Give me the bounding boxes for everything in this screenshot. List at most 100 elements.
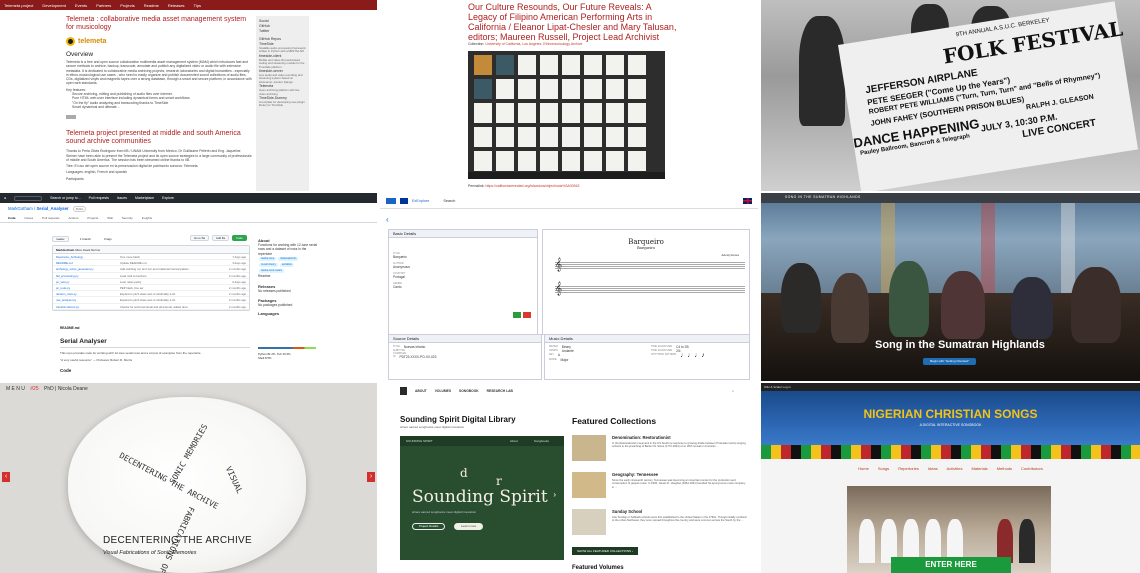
page-thumbnail[interactable] xyxy=(540,127,558,147)
admin-bar[interactable]: Wiki & Scalar Log in xyxy=(761,383,1140,391)
post-title[interactable]: Telemeta project presented at middle and… xyxy=(66,130,252,146)
page-thumbnail[interactable] xyxy=(518,103,536,123)
nav-link[interactable]: Events xyxy=(75,3,87,8)
commit-message[interactable]: Load midi corrections xyxy=(120,273,220,278)
topnav-link[interactable]: Issues xyxy=(117,196,127,200)
collection-item[interactable]: Denomination: Restorationist In the Rest… xyxy=(572,435,748,465)
feature-title[interactable]: DECENTERING THE ARCHIVE xyxy=(103,535,252,546)
page-thumbnail[interactable] xyxy=(474,103,492,123)
file-name[interactable]: Repertoire_Anthology xyxy=(56,254,120,259)
commit-author[interactable]: MarkGotham xyxy=(56,248,74,252)
commit-message[interactable]: Checks for self-inversional and all-inte… xyxy=(120,304,220,309)
page-thumbnail[interactable] xyxy=(540,151,558,171)
page-thumbnail[interactable] xyxy=(562,55,580,75)
search-link[interactable]: Search xyxy=(443,199,455,203)
hero-link[interactable]: About xyxy=(510,436,518,446)
go-to-file-button[interactable]: Go to file xyxy=(190,235,210,241)
file-name[interactable]: transformations.py xyxy=(56,304,120,309)
page-thumbnail[interactable] xyxy=(606,127,624,147)
collection-thumbnail[interactable] xyxy=(572,472,606,498)
readme-file-header[interactable]: README.md xyxy=(60,326,79,330)
site-label[interactable]: SONG IN THE SUMATRAN HIGHLANDS xyxy=(785,195,861,199)
hero-link[interactable]: Songbooks xyxy=(534,436,549,446)
topnav-link[interactable]: Explore xyxy=(162,196,174,200)
collection-link[interactable]: University of California, Los Angeles. E… xyxy=(485,42,582,46)
commit-message[interactable]: Update README.md xyxy=(120,260,220,265)
nav-link[interactable]: Repertories xyxy=(898,466,919,471)
nav-link[interactable]: RESEARCH LAB xyxy=(487,389,513,393)
branch-count[interactable]: 1 branch xyxy=(80,237,91,241)
page-thumbnail[interactable] xyxy=(496,151,514,171)
nav-link[interactable]: Readme xyxy=(144,3,159,8)
getting-oriented-button[interactable]: Begin with "Getting Oriented" xyxy=(923,358,976,365)
page-thumbnail[interactable] xyxy=(606,151,624,171)
code-button[interactable]: Code xyxy=(232,235,247,241)
page-thumbnail[interactable] xyxy=(584,79,602,99)
nav-link[interactable]: Telemeta project xyxy=(4,3,33,8)
nav-link[interactable]: Songs xyxy=(878,466,889,471)
topnav-link[interactable]: Marketplace xyxy=(135,196,154,200)
file-name[interactable]: pc_tools.py xyxy=(56,285,120,290)
collection-thumbnail[interactable] xyxy=(572,509,606,535)
topic-tag[interactable]: music-theory xyxy=(259,263,278,268)
next-arrow-icon[interactable]: › xyxy=(367,472,375,482)
collection-title[interactable]: Sunday School xyxy=(612,509,642,514)
tab-wiki[interactable]: Wiki xyxy=(107,216,113,220)
page-thumbnail[interactable] xyxy=(518,55,536,75)
tab-actions[interactable]: Actions xyxy=(69,216,79,220)
page-thumbnail[interactable] xyxy=(474,127,492,147)
file-name[interactable]: README.md xyxy=(56,260,120,265)
permalink-link[interactable]: https://californiarevealed.org/islandora… xyxy=(486,184,580,188)
collection-item[interactable]: Geography: Tennessee Since the early nin… xyxy=(572,472,748,502)
page-thumbnail[interactable] xyxy=(584,151,602,171)
language-item[interactable]: Shell 8.5% xyxy=(258,356,271,360)
page-thumbnail[interactable] xyxy=(584,127,602,147)
page-thumbnail[interactable] xyxy=(540,79,558,99)
nav-link[interactable]: Methods xyxy=(997,466,1012,471)
search-icon[interactable]: ⌕ xyxy=(732,389,734,393)
nav-link[interactable]: Ideas xyxy=(928,466,938,471)
page-title[interactable]: Telemeta : collaborative media asset man… xyxy=(66,16,252,32)
github-logo-icon[interactable]: ● xyxy=(4,196,6,200)
page-thumbnail[interactable] xyxy=(496,55,514,75)
read-more-button[interactable] xyxy=(66,115,76,120)
page-thumbnail[interactable] xyxy=(628,127,646,147)
logo-icon[interactable] xyxy=(386,197,396,204)
page-thumbnail[interactable] xyxy=(518,127,536,147)
file-name[interactable]: anthology_script_generator.py xyxy=(56,266,120,271)
commit-message[interactable]: Expand to pitch class sets of cardinalit… xyxy=(120,291,220,296)
page-thumbnail[interactable] xyxy=(540,103,558,123)
topic-tag[interactable]: dodecaphonic xyxy=(278,256,299,262)
page-thumbnail[interactable] xyxy=(606,79,624,99)
repo-owner[interactable]: MarkGotham xyxy=(8,206,33,211)
pdf-icon[interactable] xyxy=(523,312,531,318)
viewer-controls[interactable] xyxy=(468,172,665,179)
tag-count[interactable]: 0 tags xyxy=(104,237,112,241)
topic-tag[interactable]: twelve-tone-matrix xyxy=(259,269,285,274)
topic-tag[interactable]: twelve-tone xyxy=(259,256,277,262)
page-thumbnail[interactable] xyxy=(496,79,514,99)
export-icon[interactable] xyxy=(513,312,521,318)
page-thumbnail[interactable] xyxy=(518,79,536,99)
page-thumbnail[interactable] xyxy=(474,151,492,171)
commit-message[interactable]: More Avant Norms xyxy=(75,248,100,252)
nav-link[interactable]: SONGBOOK xyxy=(459,389,479,393)
commit-message[interactable]: One more batch xyxy=(120,254,220,259)
repo-name[interactable]: Serial_Analyser xyxy=(36,206,68,211)
page-thumbnail[interactable] xyxy=(606,55,624,75)
page-thumbnail[interactable] xyxy=(584,103,602,123)
nav-link[interactable]: Home xyxy=(858,466,869,471)
previous-arrow-icon[interactable]: ‹ xyxy=(2,472,10,482)
commit-message[interactable]: PEP black, fine aw xyxy=(120,285,220,290)
page-thumbnail[interactable] xyxy=(562,103,580,123)
page-thumbnail[interactable] xyxy=(496,127,514,147)
learn-more-button[interactable]: Learn more xyxy=(454,523,484,530)
nav-link[interactable]: Releases xyxy=(168,3,185,8)
menu-button[interactable]: M E N U xyxy=(6,386,25,392)
commit-message[interactable]: Lean relies partly xyxy=(120,279,220,284)
page-thumbnail[interactable] xyxy=(606,103,624,123)
logo-icon[interactable] xyxy=(400,387,407,395)
page-thumbnail[interactable] xyxy=(540,55,558,75)
book-viewer[interactable] xyxy=(468,51,665,179)
page-thumbnail[interactable] xyxy=(628,103,646,123)
